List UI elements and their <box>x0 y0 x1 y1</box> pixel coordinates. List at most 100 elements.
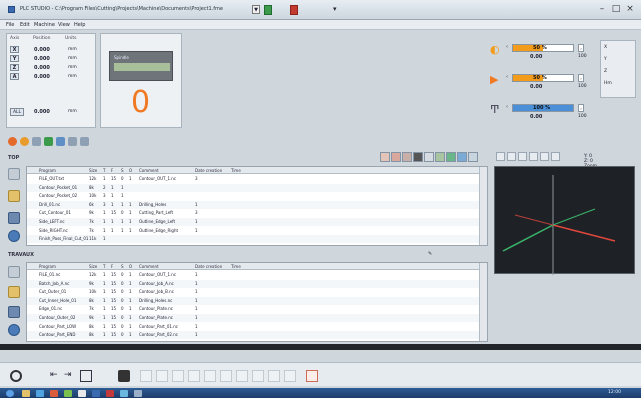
table-row[interactable]: Cut_Contour_01 9k 1 15 0 1 Cutting_Part_Left 3 <box>27 209 479 217</box>
rotate-icon[interactable] <box>518 152 527 161</box>
folder-open-icon[interactable] <box>8 168 20 180</box>
table-row[interactable]: Contour_Pocket_02 10k 3 1 1 <box>27 192 479 200</box>
bcol-time[interactable]: Time <box>231 264 241 269</box>
task-app-5-icon[interactable] <box>106 390 114 397</box>
slot-10-icon[interactable] <box>284 370 296 382</box>
simulation-3d-view[interactable] <box>494 166 635 275</box>
slot-7-icon[interactable] <box>236 370 248 382</box>
view-settings-icon[interactable] <box>468 152 478 162</box>
menu-view[interactable]: View <box>58 22 70 28</box>
probe-icon[interactable] <box>80 137 89 146</box>
power-icon[interactable] <box>10 370 22 382</box>
view-tool-icon[interactable] <box>435 152 445 162</box>
feed-step-up[interactable]: › <box>578 44 584 52</box>
bcol-t[interactable]: T <box>103 264 105 269</box>
axis-x-button[interactable]: X <box>10 46 19 53</box>
spindle-step-down[interactable]: ‹ <box>506 104 511 112</box>
col-o[interactable]: O <box>129 168 132 173</box>
table-row[interactable]: Contour_Outer_02 9k 1 15 0 1 Contour_Plate.nc 1 <box>27 314 479 322</box>
menu-file[interactable]: File <box>6 22 14 28</box>
pin-icon[interactable]: ▾ <box>333 5 341 15</box>
slot-2-icon[interactable] <box>156 370 168 382</box>
axis-a-button[interactable]: A <box>10 73 19 80</box>
slot-8-icon[interactable] <box>252 370 264 382</box>
table-row[interactable]: Side_RIGHT.nc 7k 1 1 1 1 Outline_Edge_Right 1 <box>27 227 479 235</box>
task-app-6-icon[interactable] <box>120 390 128 397</box>
settings-icon[interactable] <box>32 137 41 146</box>
slot-1-icon[interactable] <box>140 370 152 382</box>
menu-help[interactable]: Help <box>74 22 85 28</box>
table-row[interactable]: Contour_Part_END 8k 1 15 0 1 Contour_Part_02.n… <box>27 331 479 340</box>
side-item-y[interactable]: Y <box>604 57 607 62</box>
bcol-program[interactable]: Program <box>39 264 56 269</box>
task-app-7-icon[interactable] <box>134 390 142 397</box>
slot-5-icon[interactable] <box>204 370 216 382</box>
view-blue-icon[interactable] <box>457 152 467 162</box>
maximize-icon[interactable]: □ <box>610 4 622 15</box>
bcol-f[interactable]: F <box>111 264 113 269</box>
slot-6-icon[interactable] <box>220 370 232 382</box>
pan-icon[interactable] <box>529 152 538 161</box>
table-row[interactable]: Contour_Part_LOW 8k 1 15 0 1 Contour_Part_01.n… <box>27 323 479 331</box>
task-app-4-icon[interactable] <box>92 390 100 397</box>
run-icon[interactable] <box>44 137 53 146</box>
scale-left-icon[interactable]: ⇤ <box>50 370 62 382</box>
table-row[interactable]: FILE_01.nc 12k 1 15 0 1 Contour_OUT_1.nc 1 <box>27 271 479 279</box>
stop-icon[interactable] <box>290 5 298 15</box>
table-row[interactable]: Contour_Pocket_01 8k 2 1 1 <box>27 183 479 192</box>
view-red-icon[interactable] <box>380 152 390 162</box>
table-row[interactable]: Side_LEFT.nc 7k 1 1 1 1 Outline_Edge_Left 1 <box>27 218 479 226</box>
view-cube-icon[interactable] <box>402 152 412 162</box>
top-table-scrollbar[interactable] <box>479 167 487 245</box>
globe-icon[interactable] <box>8 230 20 242</box>
col-t[interactable]: T <box>103 168 105 173</box>
profile-dropdown[interactable]: ▼ <box>252 5 260 14</box>
view-box-icon[interactable] <box>391 152 401 162</box>
scale-right-icon[interactable]: ⇥ <box>64 370 76 382</box>
minimize-icon[interactable]: – <box>596 4 608 15</box>
bottom-save-icon[interactable] <box>8 306 20 318</box>
axis-z-button[interactable]: Z <box>10 64 19 71</box>
rapid-override-slider[interactable]: 50 % <box>512 74 574 82</box>
view-grid-icon[interactable] <box>424 152 434 162</box>
col-s[interactable]: S <box>121 168 124 173</box>
slot-9-icon[interactable] <box>268 370 280 382</box>
col-size[interactable]: Size <box>89 168 97 173</box>
table-row[interactable]: Finish_Pass_Final_Cut_01 11k 1 <box>27 235 479 244</box>
document-icon[interactable] <box>306 370 318 382</box>
side-item-home[interactable]: Hm <box>604 81 612 86</box>
step-icon[interactable] <box>56 137 65 146</box>
rapid-step-up[interactable]: › <box>578 74 584 82</box>
slot-3-icon[interactable] <box>172 370 184 382</box>
start-icon[interactable] <box>6 390 14 397</box>
side-item-z[interactable]: Z <box>604 69 607 74</box>
side-item-x[interactable]: X <box>604 45 607 50</box>
task-app-1-icon[interactable] <box>50 390 58 397</box>
bcol-o[interactable]: O <box>129 264 132 269</box>
bcol-date[interactable]: Date creation <box>195 264 222 269</box>
view-green-icon[interactable] <box>446 152 456 162</box>
spindle-step-up[interactable]: › <box>578 104 584 112</box>
menu-machine[interactable]: Machine <box>34 22 55 28</box>
spindle-override-slider[interactable]: 100 % <box>512 104 574 112</box>
bottom-section-pin-icon[interactable]: ✎ <box>428 251 432 257</box>
folder-add-icon[interactable] <box>8 190 20 202</box>
grid-icon[interactable] <box>80 370 92 382</box>
col-comment[interactable]: Comment <box>139 168 159 173</box>
tool-icon[interactable] <box>68 137 77 146</box>
table-row[interactable]: FILE_OUT.txt 12k 1 15 0 1 Contour_OUT_1.nc 3 <box>27 175 479 183</box>
task-app-2-icon[interactable] <box>64 390 72 397</box>
iso-icon[interactable] <box>551 152 560 161</box>
rapid-step-down[interactable]: ‹ <box>506 74 511 82</box>
zoom-out-icon[interactable] <box>507 152 516 161</box>
save-icon[interactable] <box>8 212 20 224</box>
feed-step-down[interactable]: ‹ <box>506 44 511 52</box>
view-dark-icon[interactable] <box>413 152 423 162</box>
bottom-table-scrollbar[interactable] <box>479 263 487 341</box>
table-row[interactable]: Cut_Inner_Hole_01 8k 1 15 0 1 Drilling_Holes.n… <box>27 296 479 305</box>
zero-all-button[interactable]: ALL <box>10 108 24 116</box>
pause-circle-icon[interactable] <box>20 137 29 146</box>
task-browser-icon[interactable] <box>36 390 44 397</box>
slot-4-icon[interactable] <box>188 370 200 382</box>
green-tool-icon[interactable] <box>264 5 272 15</box>
